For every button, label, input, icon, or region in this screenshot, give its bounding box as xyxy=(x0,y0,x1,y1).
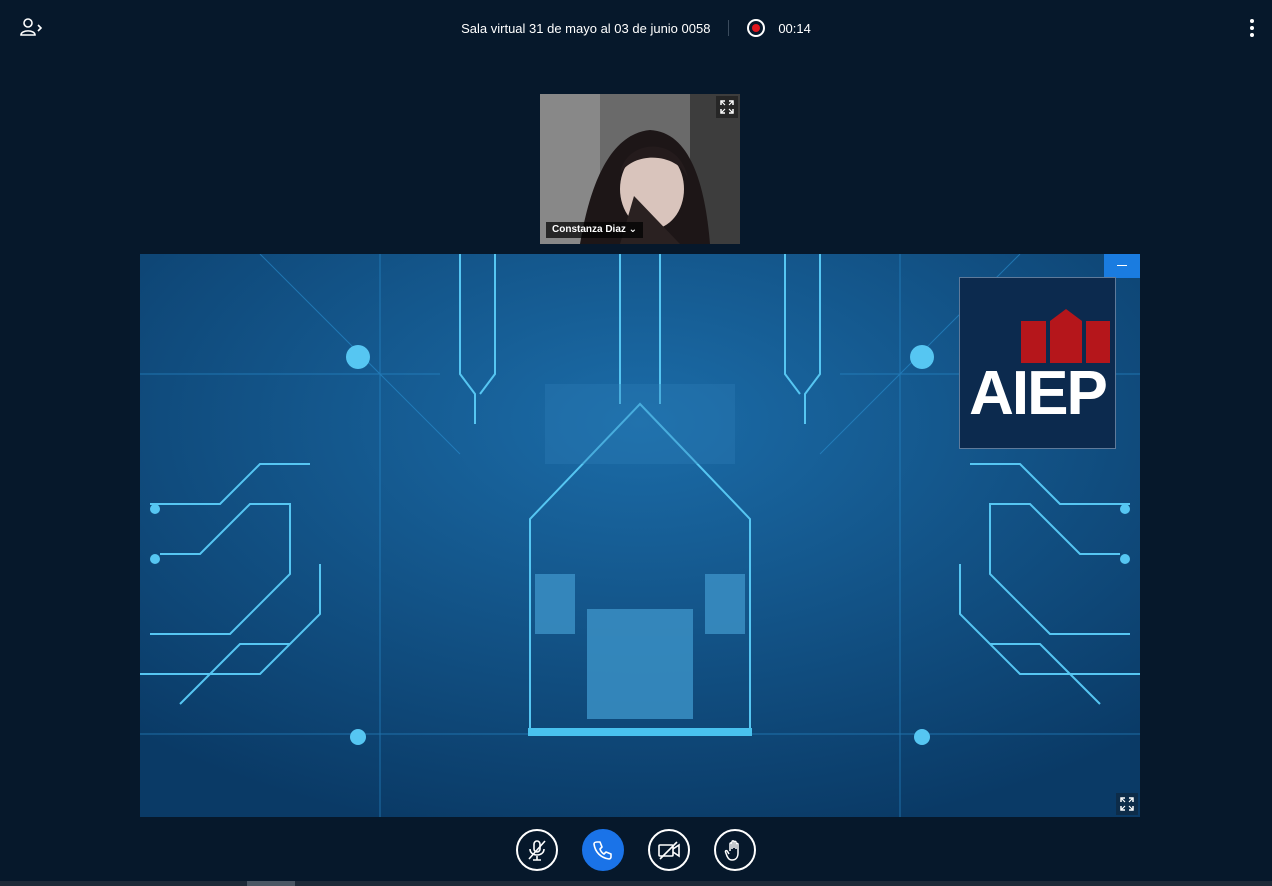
phone-icon xyxy=(593,841,612,860)
minimize-presentation-button[interactable] xyxy=(1104,254,1140,278)
mic-muted-icon xyxy=(528,840,546,861)
call-controls xyxy=(0,829,1272,871)
recording-timer: 00:14 xyxy=(778,20,811,36)
more-vertical-icon xyxy=(1250,19,1254,37)
record-icon xyxy=(751,24,760,32)
minimize-icon xyxy=(1117,265,1127,266)
mute-button[interactable] xyxy=(516,829,558,871)
participant-name-tag[interactable]: Constanza Diaz ⌄ xyxy=(546,222,644,238)
presentation-area: AIEP xyxy=(140,254,1140,817)
camera-off-icon xyxy=(658,841,680,860)
leave-audio-button[interactable] xyxy=(582,829,624,871)
scrollbar-thumb[interactable] xyxy=(247,881,295,886)
participant-name: Constanza Diaz xyxy=(552,224,626,235)
top-bar: Sala virtual 31 de mayo al 03 de junio 0… xyxy=(0,0,1272,56)
raise-hand-icon xyxy=(724,840,739,861)
meeting-header: Sala virtual 31 de mayo al 03 de junio 0… xyxy=(0,19,1272,37)
fullscreen-icon xyxy=(1120,797,1134,811)
raise-hand-button[interactable] xyxy=(714,829,756,871)
bottom-scrollbar[interactable] xyxy=(0,881,1272,886)
meeting-title: Sala virtual 31 de mayo al 03 de junio 0… xyxy=(461,20,711,36)
webcam-tile[interactable]: Constanza Diaz ⌄ xyxy=(540,94,740,244)
more-options-button[interactable] xyxy=(1244,18,1260,38)
aiep-logo: AIEP xyxy=(959,277,1116,449)
presentation-fullscreen-button[interactable] xyxy=(1116,793,1138,815)
record-button[interactable] xyxy=(746,19,765,37)
logo-text: AIEP xyxy=(969,359,1108,428)
webcam-fullscreen-button[interactable] xyxy=(716,96,738,118)
fullscreen-icon xyxy=(720,100,734,114)
divider xyxy=(728,20,730,36)
camera-button[interactable] xyxy=(648,829,690,871)
